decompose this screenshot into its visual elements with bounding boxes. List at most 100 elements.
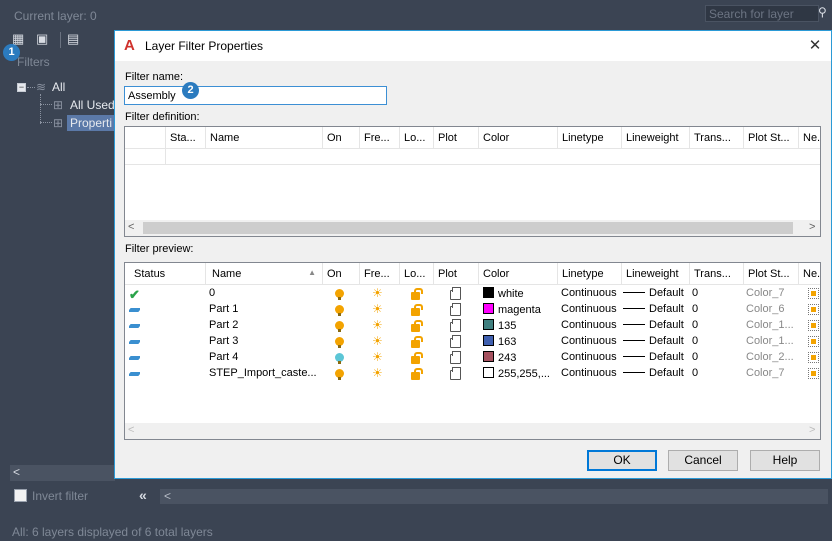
new-vp-freeze-icon[interactable]: [808, 368, 819, 382]
invert-filter-checkbox[interactable]: [14, 489, 27, 502]
plot-printer-icon[interactable]: [450, 367, 461, 383]
transparency[interactable]: 0: [692, 287, 698, 299]
transparency[interactable]: 0: [692, 319, 698, 331]
freeze-sun-icon[interactable]: ☀: [372, 303, 384, 316]
column-header-name[interactable]: Name ▲: [206, 263, 323, 285]
freeze-sun-icon[interactable]: ☀: [372, 351, 384, 364]
linetype[interactable]: Continuous: [561, 367, 617, 379]
column-header-new-vp[interactable]: Ne.: [799, 263, 820, 285]
layer-states-manager-icon[interactable]: ▤: [67, 32, 83, 46]
transparency[interactable]: 0: [692, 351, 698, 363]
table-row[interactable]: Part 2 ☀ 135 Continuous Default 0 Color_1...: [125, 318, 820, 334]
table-row[interactable]: ✔ 0 ☀ white Continuous Default 0 Color_7: [125, 286, 820, 302]
lock-icon[interactable]: [411, 368, 423, 383]
lineweight[interactable]: Default: [623, 351, 684, 363]
column-header-plot-style[interactable]: Plot St...: [744, 127, 799, 149]
on-bulb-icon[interactable]: [335, 337, 344, 349]
lineweight[interactable]: Default: [623, 303, 684, 315]
transparency[interactable]: 0: [692, 335, 698, 347]
freeze-sun-icon[interactable]: ☀: [372, 287, 384, 300]
column-header-status[interactable]: Sta...: [166, 127, 206, 149]
layer-color[interactable]: 135: [483, 319, 516, 332]
new-vp-freeze-icon[interactable]: [808, 288, 819, 302]
preview-horizontal-scrollbar[interactable]: < >: [125, 423, 820, 439]
column-header-transparency[interactable]: Trans...: [690, 263, 744, 285]
filter-definition-grid[interactable]: Sta... Name On Fre... Lo... Plot Color L…: [124, 126, 821, 237]
layer-list-horizontal-scrollbar[interactable]: <: [160, 489, 828, 504]
column-header-transparency[interactable]: Trans...: [690, 127, 744, 149]
freeze-sun-icon[interactable]: ☀: [372, 319, 384, 332]
filter-preview-grid[interactable]: Status Name ▲ On Fre... Lo... Plot Color…: [124, 262, 821, 440]
table-row[interactable]: Part 1 ☀ magenta Continuous Default 0 Color_6: [125, 302, 820, 318]
column-header-linetype[interactable]: Linetype: [558, 127, 622, 149]
scroll-right-arrow[interactable]: >: [809, 221, 815, 233]
new-group-filter-icon[interactable]: ▣: [36, 32, 52, 46]
new-vp-freeze-icon[interactable]: [808, 352, 819, 366]
column-header-on[interactable]: On: [323, 127, 360, 149]
scroll-left-arrow[interactable]: <: [128, 221, 134, 233]
tree-item-properties[interactable]: Properti: [67, 115, 116, 131]
freeze-sun-icon[interactable]: ☀: [372, 367, 384, 380]
column-header-lineweight[interactable]: Lineweight: [622, 263, 690, 285]
tree-item-all-used[interactable]: All Used: [70, 98, 115, 112]
definition-horizontal-scrollbar[interactable]: < >: [125, 220, 820, 236]
column-header-lineweight[interactable]: Lineweight: [622, 127, 690, 149]
freeze-sun-icon[interactable]: ☀: [372, 335, 384, 348]
on-bulb-icon[interactable]: [335, 321, 344, 333]
linetype[interactable]: Continuous: [561, 303, 617, 315]
layer-color[interactable]: 243: [483, 351, 516, 364]
lineweight[interactable]: Default: [623, 287, 684, 299]
help-button[interactable]: Help: [750, 450, 820, 471]
column-header-lock[interactable]: Lo...: [400, 127, 434, 149]
column-header-status[interactable]: Status: [125, 263, 206, 285]
table-row[interactable]: Part 4 ☀ 243 Continuous Default 0 Color_2...: [125, 350, 820, 366]
cancel-button[interactable]: Cancel: [668, 450, 738, 471]
lineweight[interactable]: Default: [623, 335, 684, 347]
definition-row[interactable]: [125, 149, 820, 165]
column-header-color[interactable]: Color: [479, 263, 558, 285]
scroll-right-arrow[interactable]: >: [809, 424, 815, 436]
column-header-plot[interactable]: Plot: [434, 263, 479, 285]
table-row[interactable]: STEP_Import_caste... ☀ 255,255,... Continuo…: [125, 366, 820, 382]
new-vp-freeze-icon[interactable]: [808, 304, 819, 318]
column-header-plot-style[interactable]: Plot St...: [744, 263, 799, 285]
lineweight[interactable]: Default: [623, 367, 684, 379]
tree-horizontal-scrollbar[interactable]: <: [10, 465, 115, 481]
linetype[interactable]: Continuous: [561, 335, 617, 347]
layer-color[interactable]: 163: [483, 335, 516, 348]
close-icon[interactable]: ✕: [805, 36, 825, 56]
filter-name-input[interactable]: [124, 86, 387, 105]
linetype[interactable]: Continuous: [561, 319, 617, 331]
on-bulb-icon[interactable]: [335, 305, 344, 317]
collapse-tree-button[interactable]: «: [139, 487, 147, 503]
scrollbar-thumb[interactable]: [143, 222, 793, 234]
layer-color[interactable]: white: [483, 287, 524, 300]
scroll-left-arrow[interactable]: <: [164, 489, 171, 503]
on-bulb-icon[interactable]: [335, 369, 344, 381]
tree-collapse-toggle[interactable]: −: [17, 83, 26, 92]
search-icon[interactable]: ⚲: [818, 5, 832, 21]
lineweight[interactable]: Default: [623, 319, 684, 331]
new-vp-freeze-icon[interactable]: [808, 336, 819, 350]
layer-color[interactable]: magenta: [483, 303, 541, 316]
ok-button[interactable]: OK: [587, 450, 657, 471]
tree-item-all[interactable]: All: [52, 80, 65, 94]
search-layer-input[interactable]: Search for layer: [705, 5, 819, 22]
linetype[interactable]: Continuous: [561, 287, 617, 299]
column-header-linetype[interactable]: Linetype: [558, 263, 622, 285]
column-header-new-vp[interactable]: Ne.: [799, 127, 820, 149]
on-bulb-icon[interactable]: [335, 289, 344, 301]
new-vp-freeze-icon[interactable]: [808, 320, 819, 334]
layer-color[interactable]: 255,255,...: [483, 367, 550, 380]
column-header-name[interactable]: Name: [206, 127, 323, 149]
linetype[interactable]: Continuous: [561, 351, 617, 363]
definition-cell[interactable]: [125, 149, 166, 165]
scroll-left-arrow[interactable]: <: [128, 424, 134, 436]
column-header-plot[interactable]: Plot: [434, 127, 479, 149]
column-header-lock[interactable]: Lo...: [400, 263, 434, 285]
column-header-color[interactable]: Color: [479, 127, 558, 149]
column-header-on[interactable]: On: [323, 263, 360, 285]
scroll-left-arrow[interactable]: <: [13, 465, 20, 479]
transparency[interactable]: 0: [692, 303, 698, 315]
on-bulb-icon[interactable]: [335, 353, 344, 365]
